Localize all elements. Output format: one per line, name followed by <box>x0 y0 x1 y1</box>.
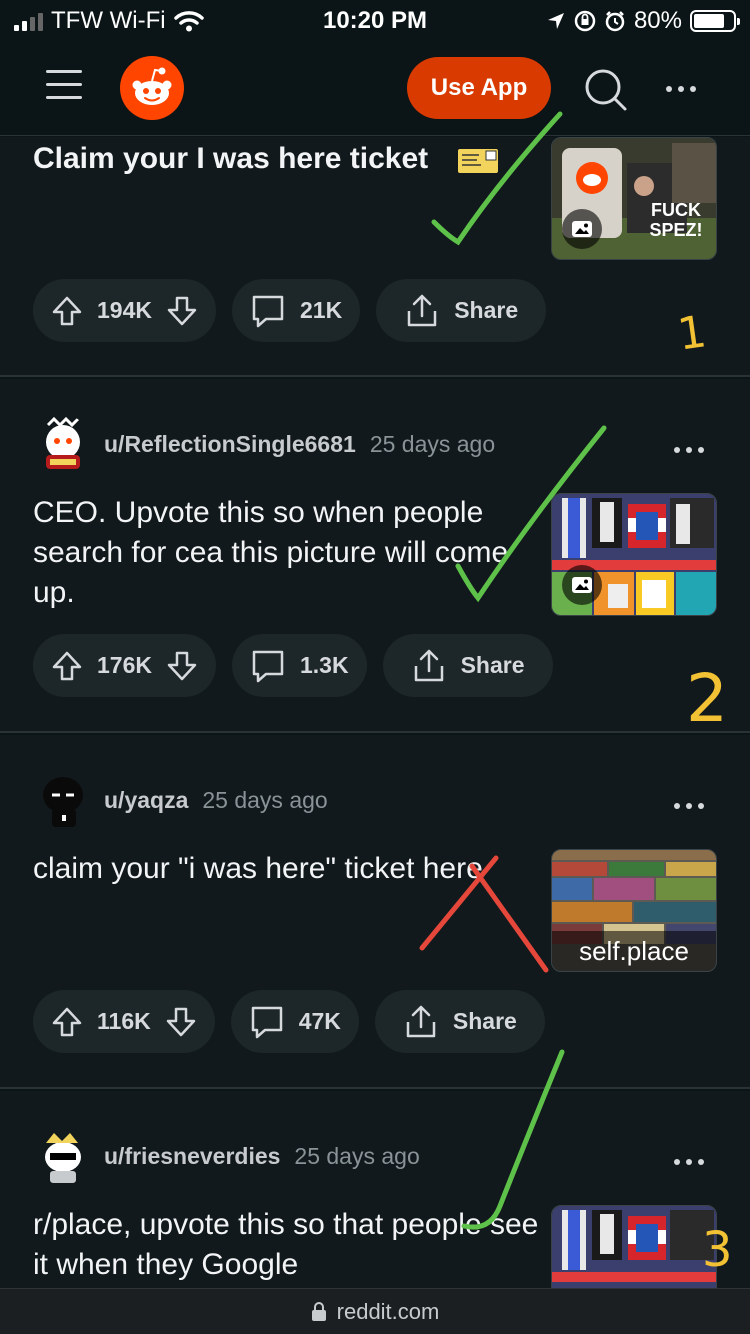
post-meta: u/friesneverdies 25 days ago <box>34 1127 420 1185</box>
reddit-logo[interactable] <box>120 56 184 120</box>
vote-pill: 176K <box>33 634 216 697</box>
comment-icon <box>249 1004 285 1040</box>
vote-count: 194K <box>97 297 152 323</box>
post-age: 25 days ago <box>369 430 496 457</box>
top-nav: Use App <box>0 40 750 136</box>
thumbnail-text: FUCK SPEZ! <box>649 200 703 240</box>
share-button[interactable]: Share <box>382 634 553 697</box>
post-meta: u/ReflectionSingle6681 25 days ago <box>34 415 495 473</box>
upvote-icon[interactable] <box>51 650 83 682</box>
comments-button[interactable]: 1.3K <box>231 634 367 697</box>
image-badge-icon <box>562 565 602 605</box>
vote-pill: 116K <box>33 990 215 1053</box>
comments-button[interactable]: 21K <box>231 279 361 342</box>
upvote-icon[interactable] <box>51 295 83 327</box>
avatar[interactable] <box>34 771 92 829</box>
avatar[interactable] <box>34 415 92 473</box>
post-options-icon[interactable] <box>674 1147 714 1177</box>
share-icon <box>404 293 440 329</box>
post-actions: 176K 1.3K Share <box>33 634 553 697</box>
post-actions: 116K 47K Share <box>33 990 545 1053</box>
post-options-icon[interactable] <box>674 435 714 465</box>
comments-button[interactable]: 47K <box>230 990 359 1053</box>
post-actions: 194K 21K Share <box>33 279 547 342</box>
rotation-lock-icon <box>574 10 596 32</box>
lock-icon <box>311 1301 326 1321</box>
status-bar: TFW Wi-Fi 10:20 PM 80% <box>0 0 750 40</box>
share-label: Share <box>460 652 525 678</box>
battery-icon <box>690 10 740 32</box>
post-card[interactable]: u/friesneverdies 25 days ago r/place, up… <box>0 1091 750 1288</box>
share-button[interactable]: Share <box>374 990 545 1053</box>
status-right: 80% <box>546 7 740 35</box>
author-name[interactable]: u/friesneverdies <box>104 1143 280 1170</box>
browser-url-bar[interactable]: reddit.com <box>0 1288 750 1334</box>
share-icon <box>411 648 447 684</box>
post-thumbnail[interactable]: FUCK SPEZ! <box>551 137 717 260</box>
share-label: Share <box>454 297 519 323</box>
post-title[interactable]: r/place, upvote this so that people see … <box>33 1205 543 1285</box>
alarm-icon <box>605 11 625 32</box>
more-options-icon[interactable] <box>666 74 706 104</box>
author-name[interactable]: u/ReflectionSingle6681 <box>104 431 356 458</box>
post-title[interactable]: CEO. Upvote this so when people search f… <box>33 493 543 613</box>
post-meta: u/yaqza 25 days ago <box>34 771 328 829</box>
comment-icon <box>250 648 286 684</box>
comment-count: 47K <box>298 1008 341 1034</box>
thumbnail-image <box>552 1206 716 1288</box>
snoo-icon <box>132 67 172 105</box>
post-title[interactable]: Claim your I was here ticket <box>33 139 453 179</box>
post-title[interactable]: claim your "i was here" ticket here <box>33 849 543 889</box>
comment-count: 21K <box>299 297 343 323</box>
location-arrow-icon <box>547 13 564 29</box>
image-badge-icon <box>562 209 602 249</box>
post-thumbnail[interactable] <box>551 1205 717 1288</box>
vote-count: 176K <box>97 652 152 678</box>
post-thumbnail[interactable]: self.place <box>551 849 717 972</box>
post-card[interactable]: u/ReflectionSingle6681 25 days ago CEO. … <box>0 379 750 733</box>
comment-icon <box>250 293 286 329</box>
downvote-icon[interactable] <box>165 1006 197 1038</box>
upvote-icon[interactable] <box>51 1006 83 1038</box>
downvote-icon[interactable] <box>166 650 198 682</box>
menu-icon[interactable] <box>46 70 82 100</box>
share-label: Share <box>452 1008 517 1034</box>
share-button[interactable]: Share <box>376 279 547 342</box>
thumbnail-caption: self.place <box>552 931 716 971</box>
post-age: 25 days ago <box>202 786 328 813</box>
share-icon <box>403 1004 439 1040</box>
avatar[interactable] <box>34 1127 92 1185</box>
author-name[interactable]: u/yaqza <box>104 787 188 814</box>
comment-count: 1.3K <box>299 652 349 678</box>
post-age: 25 days ago <box>294 1142 420 1169</box>
post-card[interactable]: u/yaqza 25 days ago claim your "i was he… <box>0 735 750 1089</box>
ticket-emoji-icon <box>458 149 498 173</box>
vote-count: 116K <box>97 1008 151 1034</box>
downvote-icon[interactable] <box>166 295 198 327</box>
post-options-icon[interactable] <box>674 791 714 821</box>
battery-percent: 80% <box>633 7 682 34</box>
vote-pill: 194K <box>33 279 216 342</box>
search-icon[interactable] <box>582 66 628 112</box>
use-app-button[interactable]: Use App <box>407 57 551 119</box>
url-domain: reddit.com <box>336 1298 440 1324</box>
post-card[interactable]: Claim your I was here ticket FUCK SPEZ! … <box>0 137 750 377</box>
post-thumbnail[interactable] <box>551 493 717 616</box>
